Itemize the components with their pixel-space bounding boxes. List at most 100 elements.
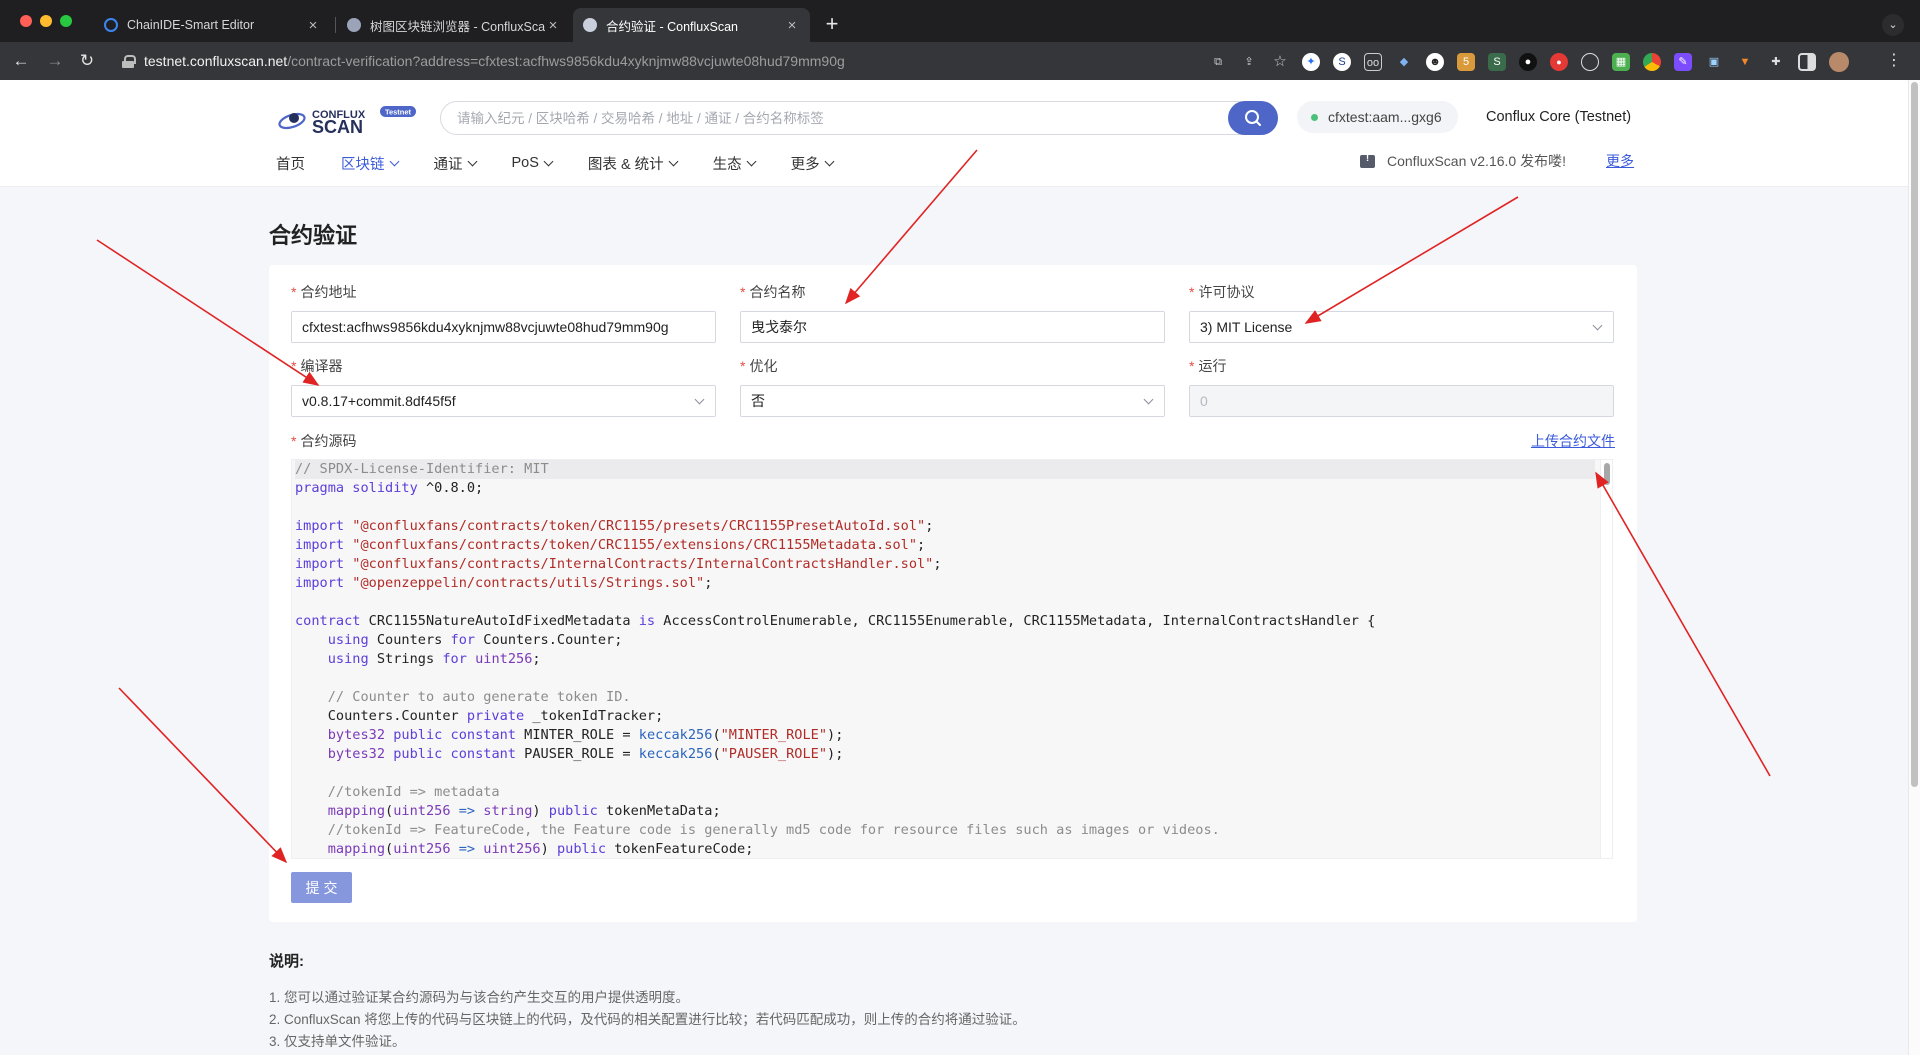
- tab-close-icon[interactable]: ×: [784, 17, 800, 34]
- tab-title: 树图区块链浏览器 - ConfluxScan: [370, 19, 545, 34]
- browser-toolbar: ← → ↻ testnet.confluxscan.net /contract-…: [0, 42, 1920, 80]
- ext-square-icon[interactable]: ▣: [1705, 53, 1723, 71]
- ext-circle-icon[interactable]: [1581, 53, 1599, 71]
- chevron-down-icon: [389, 156, 399, 166]
- confluxscan-favicon-icon: [347, 18, 361, 32]
- wallet-address-button[interactable]: cfxtest:aam...gxg6: [1297, 101, 1458, 133]
- nav-more[interactable]: 更多: [791, 153, 835, 174]
- browser-tab-chainide[interactable]: ChainIDE-Smart Editor ×: [94, 8, 331, 42]
- label-text: 运行: [1198, 358, 1227, 374]
- confluxscan-favicon-icon: [583, 18, 597, 32]
- browser-menu-icon[interactable]: ⋮: [1886, 51, 1902, 71]
- page-scroll-thumb[interactable]: [1911, 82, 1918, 787]
- contract-name-label: * 合约名称: [740, 282, 805, 302]
- contract-name-input[interactable]: 曳戈泰尔: [740, 311, 1165, 343]
- ext-mask-icon[interactable]: ☻: [1426, 53, 1444, 71]
- window-minimize-button[interactable]: [40, 15, 52, 27]
- ext-pen-icon[interactable]: ✎: [1674, 53, 1692, 71]
- ext-s-icon[interactable]: S: [1488, 53, 1506, 71]
- chevron-down-icon: [694, 394, 705, 405]
- required-mark: *: [740, 284, 746, 300]
- avatar[interactable]: [1829, 52, 1849, 72]
- tab-title: ChainIDE-Smart Editor: [127, 18, 255, 32]
- tab-close-icon[interactable]: ×: [305, 17, 321, 34]
- optimization-select[interactable]: 否: [740, 385, 1165, 417]
- editor-scroll-thumb[interactable]: [1604, 463, 1610, 485]
- star-icon[interactable]: ☆: [1271, 53, 1289, 71]
- runs-label: * 运行: [1189, 356, 1226, 376]
- upload-contract-file-link[interactable]: 上传合约文件: [1531, 431, 1615, 451]
- submit-button[interactable]: 提交: [291, 872, 352, 903]
- required-mark: *: [1189, 284, 1195, 300]
- nav-tokens[interactable]: 通证: [433, 153, 477, 174]
- code-line: import "@confluxfans/contracts/token/CRC…: [295, 537, 926, 553]
- chevron-down-icon: [824, 156, 835, 166]
- ext-red-icon[interactable]: ●: [1550, 53, 1568, 71]
- license-select[interactable]: 3) MIT License: [1189, 311, 1614, 343]
- reload-icon[interactable]: ↻: [76, 51, 98, 71]
- code-line: Counters.Counter private _tokenIdTracker…: [295, 708, 664, 724]
- chevron-down-icon: [1592, 320, 1603, 331]
- ext-chrome-icon[interactable]: [1643, 53, 1661, 71]
- notice-more-link[interactable]: 更多: [1606, 151, 1634, 171]
- ext-bird-icon[interactable]: ✦: [1302, 53, 1320, 71]
- label-text: 优化: [749, 358, 778, 374]
- tab-title: 合约验证 - ConfluxScan: [606, 19, 738, 34]
- url-path: /contract-verification?address=cfxtest:a…: [287, 53, 845, 69]
- wallet-address: cfxtest:aam...gxg6: [1328, 109, 1442, 125]
- sidepanel-icon[interactable]: [1798, 53, 1816, 71]
- source-code[interactable]: // SPDX-License-Identifier: MIT pragma so…: [295, 460, 1595, 858]
- chainide-favicon-icon: [104, 18, 118, 32]
- address-bar[interactable]: testnet.confluxscan.net /contract-verifi…: [110, 47, 1220, 75]
- browser-tab-confluxscan[interactable]: 树图区块链浏览器 - ConfluxScan ×: [337, 8, 571, 42]
- tab-close-icon[interactable]: ×: [545, 17, 561, 34]
- label-text: 编译器: [300, 358, 343, 374]
- compiler-select[interactable]: v0.8.17+commit.8df45f5f: [291, 385, 716, 417]
- nav-ecosystem[interactable]: 生态: [713, 153, 757, 174]
- tab-separator: [335, 17, 336, 33]
- nav-pos[interactable]: PoS: [511, 155, 554, 171]
- source-code-editor[interactable]: // SPDX-License-Identifier: MIT pragma so…: [291, 459, 1613, 859]
- ext-dark-icon[interactable]: ●: [1519, 53, 1537, 71]
- contract-address-input[interactable]: cfxtest:acfhws9856kdu4xyknjmw88vcjuwte08…: [291, 311, 716, 343]
- note-item: 1. 您可以通过验证某合约源码为与该合约产生交互的用户提供透明度。: [269, 990, 690, 1005]
- back-arrow-icon[interactable]: ←: [10, 51, 32, 71]
- ext-badge-icon[interactable]: 5: [1457, 53, 1475, 71]
- nav-label: PoS: [511, 155, 539, 171]
- code-line: import "@confluxfans/contracts/InternalC…: [295, 556, 942, 572]
- main-nav: 首页 区块链 通证 PoS 图表 & 统计 生态 更多: [276, 152, 869, 174]
- ext-oo-icon[interactable]: oo: [1364, 53, 1382, 71]
- optimization-label: * 优化: [740, 356, 777, 376]
- search-button[interactable]: [1228, 101, 1278, 135]
- confluxscan-logo[interactable]: CONFLUX SCAN Testnet: [276, 103, 418, 135]
- puzzle-icon[interactable]: ✚: [1767, 53, 1785, 71]
- search-bar: [440, 101, 1278, 135]
- editor-scrollbar[interactable]: [1600, 460, 1612, 858]
- code-line: //tokenId => metadata: [327, 784, 500, 800]
- forward-arrow-icon[interactable]: →: [44, 51, 66, 71]
- nav-blockchain[interactable]: 区块链: [341, 153, 399, 174]
- release-notice[interactable]: ConfluxScan v2.16.0 发布喽!: [1360, 151, 1566, 171]
- network-selector[interactable]: Conflux Core (Testnet): [1486, 109, 1631, 125]
- tab-search-icon[interactable]: ⌄: [1882, 14, 1904, 36]
- code-line: // Counter to auto generate token ID.: [327, 689, 631, 705]
- license-label: * 许可协议: [1189, 282, 1254, 302]
- chevron-down-icon: [1143, 394, 1154, 405]
- search-input[interactable]: [457, 102, 1237, 134]
- nav-home[interactable]: 首页: [276, 153, 305, 174]
- translate-icon[interactable]: ⧉: [1209, 53, 1227, 71]
- ext-fox-icon[interactable]: ▼: [1736, 53, 1754, 71]
- browser-tab-contract-verification[interactable]: 合约验证 - ConfluxScan ×: [573, 8, 810, 42]
- ext-shield-icon[interactable]: ◆: [1395, 53, 1413, 71]
- page-scrollbar[interactable]: [1908, 80, 1920, 1055]
- window-close-button[interactable]: [20, 15, 32, 27]
- ext-grid-icon[interactable]: ▦: [1612, 53, 1630, 71]
- share-icon[interactable]: ⇪: [1240, 53, 1258, 71]
- new-tab-button[interactable]: +: [819, 12, 845, 38]
- required-mark: *: [740, 358, 746, 374]
- nav-charts[interactable]: 图表 & 统计: [588, 153, 679, 174]
- compiler-label: * 编译器: [291, 356, 342, 376]
- nav-label: 通证: [433, 156, 463, 173]
- ext-sync-icon[interactable]: S: [1333, 53, 1351, 71]
- window-zoom-button[interactable]: [60, 15, 72, 27]
